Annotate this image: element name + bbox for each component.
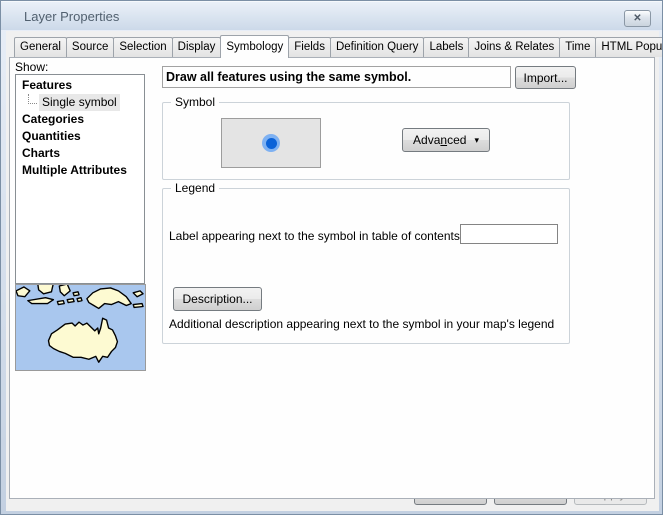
window-title: Layer Properties — [24, 9, 119, 24]
legend-groupbox: Legend Label appearing next to the symbo… — [162, 188, 570, 344]
tab-html-popup[interactable]: HTML Popup — [595, 37, 663, 57]
legend-label-caption: Label appearing next to the symbol in ta… — [169, 229, 463, 243]
page-heading: Draw all features using the same symbol. — [162, 66, 511, 88]
symbol-preview-button[interactable] — [221, 118, 321, 168]
show-item-charts[interactable]: Charts — [16, 145, 144, 162]
show-item-quantities[interactable]: Quantities — [16, 128, 144, 145]
close-button[interactable]: ✕ — [624, 10, 651, 27]
show-item-features[interactable]: Features — [16, 77, 144, 94]
description-button[interactable]: Description... — [173, 287, 262, 311]
show-item-single-symbol[interactable]: Single symbol — [16, 94, 144, 111]
show-tree-list[interactable]: Features Single symbol Categories Quanti… — [15, 74, 145, 284]
tab-time[interactable]: Time — [559, 37, 596, 57]
dialog-client-area: General Source Selection Display Symbolo… — [6, 31, 659, 511]
tab-joins-relates[interactable]: Joins & Relates — [468, 37, 560, 57]
symbology-tab-page: Show: Features Single symbol Categories … — [9, 57, 655, 499]
chevron-down-icon: ▾ — [474, 136, 479, 145]
import-button[interactable]: Import... — [515, 66, 576, 89]
point-symbol-icon — [262, 134, 280, 152]
tab-general[interactable]: General — [14, 37, 67, 57]
tab-definition-query[interactable]: Definition Query — [330, 37, 424, 57]
tree-connector-icon — [28, 94, 37, 104]
advanced-button-label: Advanced — [413, 133, 466, 147]
tab-symbology[interactable]: Symbology — [220, 35, 289, 58]
legend-group-title: Legend — [171, 181, 219, 195]
tab-labels[interactable]: Labels — [423, 37, 469, 57]
legend-label-input[interactable] — [460, 224, 558, 244]
close-icon: ✕ — [633, 14, 641, 24]
show-item-categories[interactable]: Categories — [16, 111, 144, 128]
show-label: Show: — [15, 60, 48, 74]
map-preview-image — [15, 284, 146, 371]
symbol-group-title: Symbol — [171, 95, 219, 109]
tab-selection[interactable]: Selection — [113, 37, 172, 57]
tab-display[interactable]: Display — [172, 37, 222, 57]
show-item-multiple-attributes[interactable]: Multiple Attributes — [16, 162, 144, 179]
tab-fields[interactable]: Fields — [288, 37, 331, 57]
symbol-groupbox: Symbol Advanced ▾ — [162, 102, 570, 180]
layer-properties-dialog: Layer Properties ✕ General Source Select… — [0, 0, 663, 515]
tab-source[interactable]: Source — [66, 37, 114, 57]
titlebar[interactable]: Layer Properties ✕ — [1, 1, 662, 30]
tab-bar: General Source Selection Display Symbolo… — [14, 35, 657, 57]
legend-additional-caption: Additional description appearing next to… — [169, 317, 554, 331]
advanced-dropdown-button[interactable]: Advanced ▾ — [402, 128, 490, 152]
